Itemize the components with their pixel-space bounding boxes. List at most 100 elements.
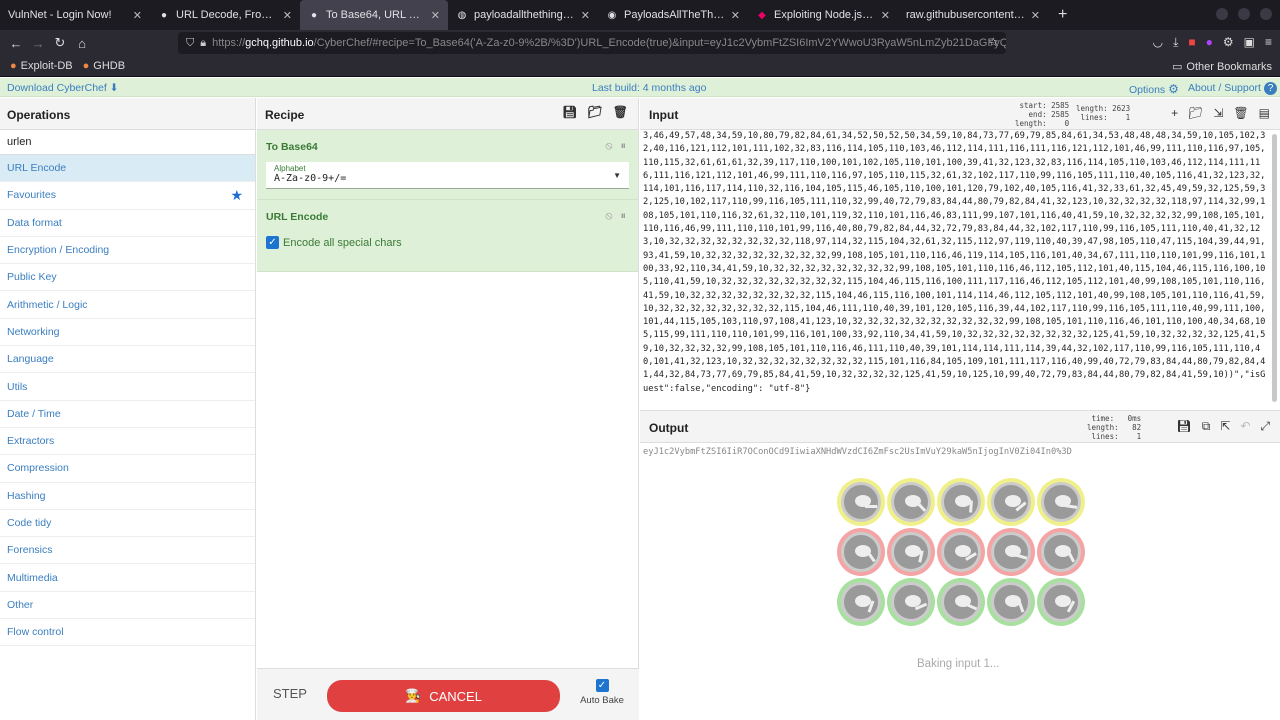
open-file-icon[interactable]: ⇲ — [1213, 106, 1223, 120]
disable-icon[interactable]: ⦸ — [605, 140, 612, 153]
tab-payloadallthethings[interactable]: ◍ payloadallthethings - Szu ✕ — [448, 0, 598, 30]
back-icon[interactable]: ← — [5, 36, 27, 51]
category-date-time[interactable]: Date / Time — [0, 401, 255, 428]
category-forensics[interactable]: Forensics — [0, 537, 255, 565]
maximize-icon[interactable] — [1238, 8, 1250, 20]
tab-vulnnet[interactable]: VulnNet - Login Now! ✕ — [0, 0, 150, 30]
close-icon[interactable]: ✕ — [881, 9, 890, 22]
category-utils[interactable]: Utils — [0, 373, 255, 401]
op-controls: ⦸ ⏸︎ — [605, 140, 626, 153]
checkbox-checked-icon[interactable]: ✓ — [595, 679, 609, 692]
pause-icon[interactable]: ⏸︎ — [621, 140, 627, 153]
op-url-encode[interactable]: URL Encode — [0, 155, 255, 183]
downloads-icon[interactable]: ⤓ — [1173, 35, 1178, 50]
about-link[interactable]: About / Support? — [1188, 82, 1277, 95]
step-button[interactable]: STEP — [273, 686, 307, 701]
category-language[interactable]: Language — [0, 346, 255, 374]
pause-icon[interactable]: ⏸︎ — [621, 210, 627, 223]
trash-icon[interactable]: 🗑︎ — [1233, 106, 1248, 120]
options-link[interactable]: Options ⚙ — [1129, 82, 1179, 96]
close-icon[interactable]: ✕ — [581, 9, 590, 22]
baking-chef-icon — [1037, 528, 1085, 576]
extension-icon[interactable]: ● — [1206, 35, 1213, 50]
tab-title: URL Decode, From Base64 — [176, 9, 277, 21]
save-icon[interactable]: 💾︎ — [1176, 419, 1191, 434]
category-code-tidy[interactable]: Code tidy — [0, 510, 255, 538]
bookmark-exploit-db[interactable]: ● Exploit-DB — [10, 60, 73, 72]
input-scrollbar[interactable] — [1272, 134, 1277, 402]
category-data-format[interactable]: Data format — [0, 210, 255, 237]
close-icon[interactable]: ✕ — [283, 9, 292, 22]
category-extractors[interactable]: Extractors — [0, 428, 255, 456]
add-tab-icon[interactable]: + — [1171, 106, 1178, 120]
category-arithmetic-logic[interactable]: Arithmetic / Logic — [0, 291, 255, 319]
category-multimedia[interactable]: Multimedia — [0, 564, 255, 592]
category-hashing[interactable]: Hashing — [0, 483, 255, 510]
trash-icon[interactable]: 🗑︎ — [613, 105, 628, 119]
recipe-op-to-base64[interactable]: To Base64 ⦸ ⏸︎ Alphabet A-Za-z0-9+/= ▼ — [257, 130, 638, 200]
extension-icon[interactable]: ▣ — [1244, 35, 1255, 50]
cancel-button[interactable]: 👨‍🍳︎ CANCEL — [327, 680, 560, 712]
input-textarea[interactable]: 3,46,49,57,48,34,59,10,80,79,82,84,61,34… — [643, 130, 1267, 410]
close-icon[interactable]: ✕ — [133, 9, 142, 22]
encode-all-checkbox[interactable]: ✓ Encode all special chars — [266, 223, 629, 263]
input-selection-stats: start: 2585 end: 2585 length: 0 — [1015, 101, 1070, 128]
other-bookmarks-label: Other Bookmarks — [1186, 60, 1272, 73]
tab-exploiting-node[interactable]: ◆ Exploiting Node.js deseria ✕ — [748, 0, 898, 30]
about-label: About / Support — [1188, 82, 1261, 94]
category-other[interactable]: Other — [0, 592, 255, 620]
category-public-key[interactable]: Public Key — [0, 264, 255, 292]
toolbar-icons: ◡ ⤓ ■ ● ⚙ ▣ ≡ — [1153, 35, 1272, 50]
close-icon[interactable]: ✕ — [731, 9, 740, 22]
tab-to-base64[interactable]: ● To Base64, URL Encode - ✕ — [300, 0, 448, 30]
other-bookmarks[interactable]: ▭ Other Bookmarks — [1172, 60, 1272, 74]
layout-icon[interactable]: ▤ — [1259, 106, 1270, 120]
close-icon[interactable]: ✕ — [1031, 9, 1040, 22]
download-label: Download CyberChef — [7, 82, 107, 94]
new-tab-icon[interactable]: + — [1048, 6, 1077, 24]
pocket-icon[interactable]: ◡ — [1153, 35, 1163, 50]
reload-icon[interactable]: ↻ — [49, 35, 71, 51]
copy-icon[interactable]: ⧉ — [1202, 419, 1211, 434]
undo-icon[interactable]: ↶ — [1240, 419, 1250, 434]
folder-icon[interactable]: 📁︎ — [588, 105, 603, 119]
bookmark-star-icon[interactable]: ☆ — [988, 35, 999, 49]
menu-icon[interactable]: ≡ — [1265, 35, 1272, 50]
disable-icon[interactable]: ⦸ — [605, 210, 612, 223]
home-icon[interactable]: ⌂ — [71, 36, 93, 51]
replace-input-icon[interactable]: ⇱ — [1220, 419, 1230, 434]
tab-url-decode[interactable]: ● URL Decode, From Base64 ✕ — [150, 0, 300, 30]
chef-icon: 👨‍🍳︎ — [405, 688, 422, 703]
tab-raw-github[interactable]: raw.githubusercontent.com/ ✕ — [898, 0, 1048, 30]
minimize-icon[interactable] — [1216, 8, 1228, 20]
url-bar[interactable]: ⛉ 🔒︎ https://gchq.github.io/CyberChef/#r… — [178, 32, 1006, 54]
operations-search-input[interactable]: urlen — [0, 130, 255, 155]
forward-icon[interactable]: → — [27, 36, 49, 51]
category-favourites[interactable]: Favourites ★ — [0, 182, 255, 210]
recipe-op-url-encode[interactable]: URL Encode ⦸ ⏸︎ ✓ Encode all special char… — [257, 200, 638, 272]
checkbox-checked-icon[interactable]: ✓ — [266, 236, 279, 249]
category-label: Date / Time — [7, 407, 61, 420]
open-folder-icon[interactable]: 📁︎ — [1188, 106, 1203, 120]
category-encryption-encoding[interactable]: Encryption / Encoding — [0, 237, 255, 265]
close-icon[interactable]: ✕ — [431, 9, 440, 22]
extension-icon[interactable]: ⚙ — [1223, 35, 1234, 50]
close-window-icon[interactable] — [1260, 8, 1272, 20]
cyberchef-banner: Download CyberChef ⬇ Last build: 4 month… — [0, 78, 1280, 97]
category-flow-control[interactable]: Flow control — [0, 619, 255, 647]
alphabet-label: Alphabet — [274, 164, 306, 173]
bookmark-ghdb[interactable]: ● GHDB — [83, 60, 125, 72]
category-label: Language — [7, 353, 54, 366]
last-build: Last build: 4 months ago — [592, 82, 707, 94]
alphabet-select[interactable]: Alphabet A-Za-z0-9+/= ▼ — [266, 162, 629, 189]
baking-chef-icon — [937, 478, 985, 526]
download-cyberchef-link[interactable]: Download CyberChef ⬇ — [7, 82, 119, 94]
tab-github-payloads[interactable]: ◉ PayloadsAllTheThings/Re ✕ — [598, 0, 748, 30]
save-icon[interactable]: 💾︎ — [562, 105, 577, 119]
category-compression[interactable]: Compression — [0, 455, 255, 483]
category-networking[interactable]: Networking — [0, 319, 255, 347]
maximize-icon[interactable]: ⤢ — [1260, 419, 1270, 434]
input-title: Input — [649, 108, 679, 122]
auto-bake-toggle[interactable]: ✓ Auto Bake — [579, 679, 625, 706]
extension-icon[interactable]: ■ — [1188, 35, 1195, 50]
